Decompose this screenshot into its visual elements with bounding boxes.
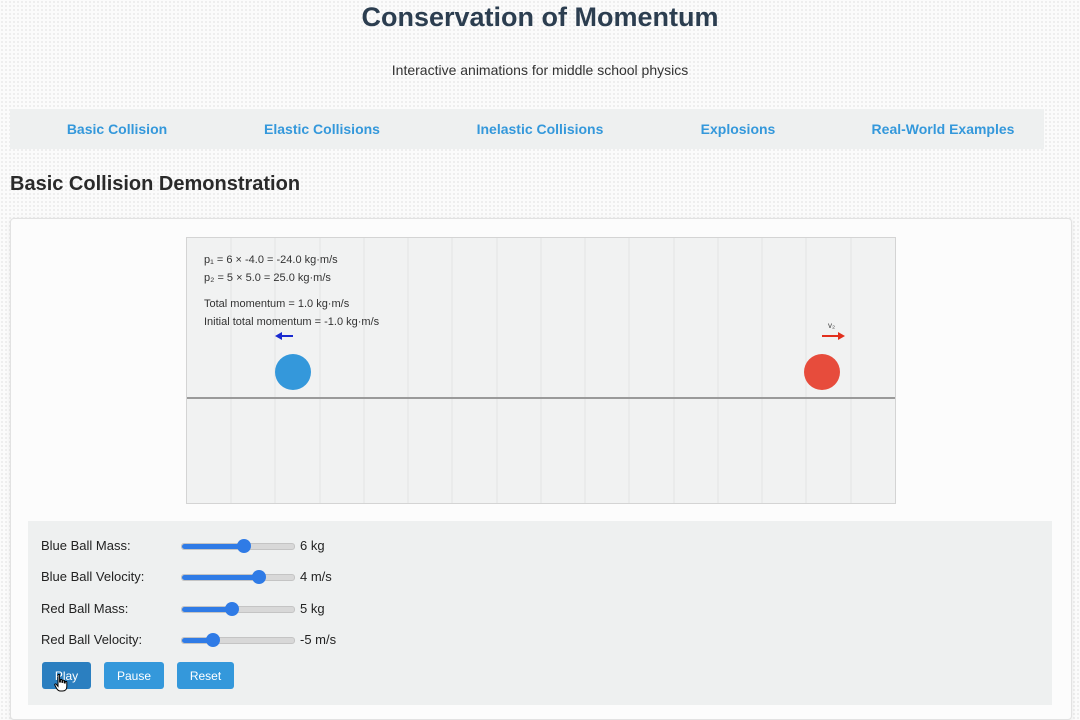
blue-velocity-arrow <box>275 332 293 340</box>
blue-momentum-readout: p₁ = 6 × -4.0 = -24.0 kg·m/s <box>204 254 338 266</box>
red-velocity-control: Red Ball Velocity: -5 m/s <box>41 630 441 650</box>
blue-mass-control: Blue Ball Mass: 6 kg <box>41 536 441 556</box>
page-subtitle: Interactive animations for middle school… <box>391 62 689 78</box>
nav-link-real-world-examples[interactable]: Real-World Examples <box>872 121 1015 137</box>
blue-ball <box>275 354 311 390</box>
red-velocity-label: Red Ball Velocity: <box>41 632 143 647</box>
red-mass-label: Red Ball Mass: <box>41 601 129 616</box>
red-velocity-arrow <box>822 332 845 340</box>
animation-nav: Basic Collision Elastic Collisions Inela… <box>10 109 1044 149</box>
blue-velocity-label: Blue Ball Velocity: <box>41 569 145 584</box>
controls-panel: Blue Ball Mass: 6 kg Blue Ball Velocity:… <box>28 521 1052 705</box>
red-velocity-value: -5 m/s <box>300 632 337 647</box>
reset-button[interactable]: Reset <box>177 662 234 689</box>
slider-fill <box>182 575 260 580</box>
nav-link-inelastic-collisions[interactable]: Inelastic Collisions <box>477 121 604 137</box>
blue-velocity-value: 4 m/s <box>300 569 332 584</box>
blue-velocity-control: Blue Ball Velocity: 4 m/s <box>41 567 441 587</box>
blue-velocity-slider[interactable] <box>181 570 295 584</box>
red-velocity-slider[interactable] <box>181 633 295 647</box>
slider-fill <box>182 544 244 549</box>
hand-cursor-icon <box>54 674 68 692</box>
slider-thumb[interactable] <box>206 633 221 647</box>
nav-link-elastic-collisions[interactable]: Elastic Collisions <box>264 121 380 137</box>
slider-thumb[interactable] <box>236 539 251 553</box>
red-velocity-label: v₂ <box>828 321 835 330</box>
red-mass-control: Red Ball Mass: 5 kg <box>41 599 441 619</box>
slider-thumb[interactable] <box>225 602 240 616</box>
slider-thumb[interactable] <box>252 570 267 584</box>
red-ball <box>804 354 840 390</box>
page-title: Conservation of Momentum <box>361 2 719 32</box>
pause-button[interactable]: Pause <box>104 662 164 689</box>
red-mass-value: 5 kg <box>300 601 325 616</box>
nav-link-explosions[interactable]: Explosions <box>701 121 776 137</box>
red-mass-slider[interactable] <box>181 602 295 616</box>
section-heading: Basic Collision Demonstration <box>10 173 301 195</box>
blue-mass-label: Blue Ball Mass: <box>41 538 131 553</box>
blue-mass-value: 6 kg <box>300 538 325 553</box>
collision-simulation: v₂ p₁ = 6 × -4.0 = -24.0 kg·m/s p₂ = 5 ×… <box>186 237 896 504</box>
total-momentum-readout: Total momentum = 1.0 kg·m/s <box>204 298 350 310</box>
initial-momentum-readout: Initial total momentum = -1.0 kg·m/s <box>204 316 380 328</box>
blue-mass-slider[interactable] <box>181 539 295 553</box>
nav-link-basic-collision[interactable]: Basic Collision <box>67 121 167 137</box>
red-momentum-readout: p₂ = 5 × 5.0 = 25.0 kg·m/s <box>204 272 331 284</box>
